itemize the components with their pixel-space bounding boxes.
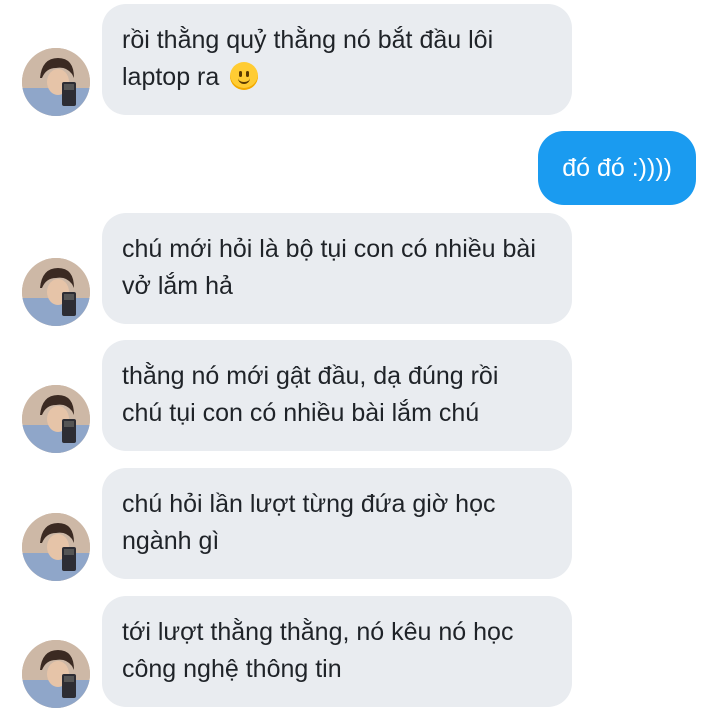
incoming-message-bubble[interactable]: chú mới hỏi là bộ tụi con có nhiều bài v… (102, 213, 572, 324)
message-text-line: chú tụi con có nhiều bài lắm chú (122, 399, 480, 427)
message-text-line: thằng nó mới gật đầu, dạ đúng rồi (122, 362, 499, 390)
message-text-line: rồi thằng quỷ thằng nó bắt đầu lôi (122, 26, 494, 54)
message-text-line: laptop ra (122, 59, 552, 96)
incoming-message-bubble[interactable]: rồi thằng quỷ thằng nó bắt đầu lôi lapto… (102, 4, 572, 115)
message-text-line: chú hỏi lần lượt từng đứa giờ học (122, 490, 496, 518)
message-text-segment: laptop ra (122, 63, 220, 91)
avatar[interactable] (22, 640, 90, 708)
message-text-line: ngành gì (122, 527, 220, 555)
message-text-line: chú mới hỏi là bộ tụi con có nhiều bài (122, 235, 536, 263)
avatar[interactable] (22, 513, 90, 581)
avatar[interactable] (22, 385, 90, 453)
incoming-message-bubble[interactable]: tới lượt thằng thằng, nó kêu nó học công… (102, 596, 572, 707)
slightly-smiling-face-icon (230, 62, 259, 90)
message-text-line: tới lượt thằng thằng, nó kêu nó học (122, 618, 514, 646)
message-text: đó đó :)))) (562, 154, 672, 182)
avatar[interactable] (22, 48, 90, 116)
message-text-line: công nghệ thông tin (122, 655, 342, 683)
avatar[interactable] (22, 258, 90, 326)
message-text-line: vở lắm hả (122, 272, 233, 300)
incoming-message-bubble[interactable]: thằng nó mới gật đầu, dạ đúng rồi chú tụ… (102, 340, 572, 451)
incoming-message-bubble[interactable]: chú hỏi lần lượt từng đứa giờ học ngành … (102, 468, 572, 579)
outgoing-message-bubble[interactable]: đó đó :)))) (538, 131, 696, 205)
